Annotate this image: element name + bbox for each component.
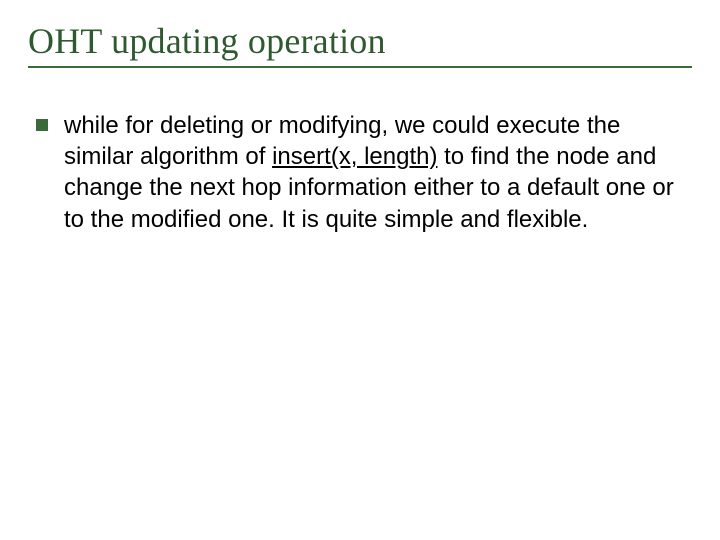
insert-function-ref: insert(x, length)	[272, 143, 437, 170]
body-paragraph: while for deleting or modifying, we coul…	[64, 110, 692, 235]
body-row: while for deleting or modifying, we coul…	[28, 110, 692, 235]
title-underline: OHT updating operation	[28, 20, 692, 68]
slide: OHT updating operation while for deletin…	[0, 0, 720, 540]
slide-title: OHT updating operation	[28, 20, 692, 62]
square-bullet-icon	[36, 119, 48, 131]
